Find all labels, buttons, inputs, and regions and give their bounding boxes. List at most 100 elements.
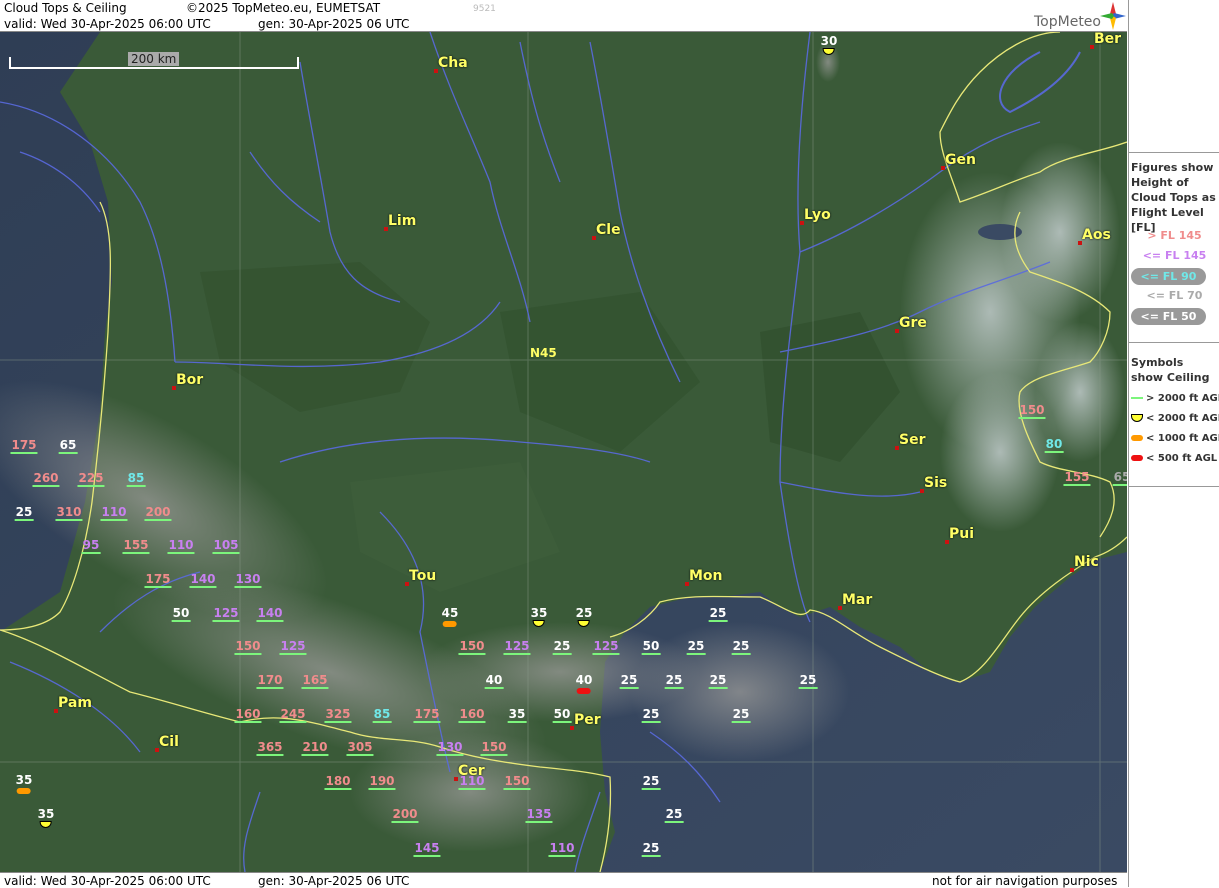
cloud-top-figure: 25	[664, 673, 684, 689]
ceiling-value: 35	[37, 807, 55, 821]
topmeteo-logo-text: TopMeteo	[1034, 14, 1101, 30]
cloud-top-figure: 175	[10, 438, 38, 454]
ceiling-marker	[576, 688, 591, 694]
legend-divider	[1129, 486, 1219, 487]
cloud-top-figure: 365	[256, 740, 284, 756]
cloud-top-figure: 25	[619, 673, 639, 689]
cloud-top-figure: 140	[256, 606, 284, 622]
scale-label: 200 km	[128, 52, 180, 66]
footer-gen-time: gen: 30-Apr-2025 06 UTC	[258, 874, 410, 888]
city-label: Ber	[1094, 32, 1122, 47]
cloud-top-figure: 260	[32, 471, 60, 487]
cloud-top-figure: 135	[525, 807, 553, 823]
legend-symbol-marker	[1131, 414, 1143, 422]
ceiling-marker	[39, 821, 52, 828]
cloud-top-figure: 150	[458, 639, 486, 655]
cloud-top-figure: 125	[279, 639, 307, 655]
cloud-top-figure: 110	[167, 538, 195, 554]
ceiling-value: 45	[441, 606, 459, 620]
legend-divider	[1129, 342, 1219, 343]
map-footer: valid: Wed 30-Apr-2025 06:00 UTC gen: 30…	[0, 872, 1127, 888]
cloud-top-figure: 145	[413, 841, 441, 857]
ceiling-marker	[577, 620, 590, 627]
city-label: Nic	[1074, 554, 1099, 570]
city-label: Bor	[176, 372, 204, 388]
ceiling-symbol-yellow: 30	[821, 35, 837, 55]
city-label: Cle	[596, 222, 621, 238]
cloud-top-figure: 25	[641, 841, 661, 857]
legend-symbol-label: < 1000 ft AGL	[1146, 433, 1219, 444]
cloud-top-figure: 25	[641, 707, 661, 723]
cloud-top-figure: 110	[458, 774, 486, 790]
ceiling-marker	[442, 621, 457, 627]
cloud-top-figure: 85	[372, 707, 392, 723]
legend-symbol-label: < 500 ft AGL	[1146, 453, 1218, 464]
gen-time: gen: 30-Apr-2025 06 UTC	[258, 17, 410, 31]
city-label: Per	[574, 712, 601, 728]
ceiling-value: 35	[530, 606, 548, 620]
legend-symbol-item: < 2000 ft AGL	[1131, 413, 1219, 424]
cloud-top-figure: 25	[708, 673, 728, 689]
ceiling-symbol-orange: 45	[441, 606, 459, 627]
cloud-top-figure: 325	[324, 707, 352, 723]
satellite-map[interactable]: 200 km N45 Cha Ber Gen Lim Cle Lyo Aos Gre Bor Se…	[0, 32, 1127, 872]
cloud-top-figure: 150	[480, 740, 508, 756]
city-label: Cha	[438, 55, 468, 71]
disclaimer: not for air navigation purposes	[932, 874, 1118, 888]
city-label: Lyo	[804, 207, 831, 223]
cloud-top-figure: 170	[256, 673, 284, 689]
cloud-top-figure: 25	[686, 639, 706, 655]
cloud-top-figure: 160	[458, 707, 486, 723]
city-label: Mon	[689, 568, 723, 584]
legend-symbols-title: Symbols show Ceiling	[1131, 356, 1210, 384]
cloud-top-figure: 25	[731, 707, 751, 723]
legend-symbol-label: > 2000 ft AGL	[1146, 393, 1219, 404]
city-label: Cil	[159, 734, 179, 750]
cloud-top-figure: 150	[234, 639, 262, 655]
cloud-top-figure: 165	[301, 673, 329, 689]
cloud-top-figure: 160	[234, 707, 262, 723]
cloud-top-figure: 310	[55, 505, 83, 521]
legend-panel: Figures show Height of Cloud Tops as Fli…	[1128, 0, 1219, 887]
cloud-top-figure: 25	[14, 505, 34, 521]
map-header: Cloud Tops & Ceiling ©2025 TopMeteo.eu, …	[0, 0, 1127, 32]
cloud-top-figure: 50	[641, 639, 661, 655]
legend-symbol-marker	[1131, 397, 1143, 399]
cloud-top-figure: 125	[592, 639, 620, 655]
cloud-top-figure: 65	[1112, 471, 1127, 486]
legend-symbol-marker	[1131, 455, 1143, 461]
cloud-top-figure: 65	[58, 438, 78, 454]
legend-symbol-item: > 2000 ft AGL	[1131, 393, 1219, 404]
legend-figure-item: > FL 145	[1147, 229, 1202, 242]
cloud-top-figure: 140	[189, 572, 217, 588]
map-title: Cloud Tops & Ceiling	[4, 1, 127, 15]
legend-figures-title: Figures show Height of Cloud Tops as Fli…	[1131, 161, 1216, 234]
cloud-top-figure: 85	[126, 471, 146, 487]
cloud-top-figure: 305	[346, 740, 374, 756]
ceiling-symbol-yellow: 35	[37, 807, 55, 828]
city-label: Tou	[409, 568, 437, 584]
legend-symbol-item: < 500 ft AGL	[1131, 453, 1217, 464]
city-label: Pui	[949, 526, 975, 542]
city-label: Aos	[1082, 227, 1111, 243]
cloud-top-figure: 110	[100, 505, 128, 521]
cloud-top-figure: 110	[548, 841, 576, 857]
legend-figure-item: <= FL 50	[1131, 308, 1206, 325]
cloud-top-figure: 25	[552, 639, 572, 655]
cloud-top-figure: 80	[1044, 437, 1064, 453]
cloud-top-figure: 95	[81, 538, 101, 554]
copyright: ©2025 TopMeteo.eu, EUMETSAT	[186, 1, 381, 15]
ceiling-symbol-orange: 35	[16, 774, 32, 794]
legend-figure-item: <= FL 90	[1131, 268, 1206, 285]
cloud-top-figure: 25	[664, 807, 684, 823]
cloud-top-figure: 200	[391, 807, 419, 823]
cloud-top-figure: 40	[484, 673, 504, 689]
cloud-top-figure: 225	[77, 471, 105, 487]
cloud-top-figure: 155	[122, 538, 150, 554]
ceiling-value: 40	[575, 673, 593, 687]
cloud-top-figure: 155	[1063, 470, 1091, 486]
cloud-top-figure: 175	[413, 707, 441, 723]
city-label: Pam	[58, 695, 92, 711]
city-label: Gen	[945, 152, 976, 168]
cloud-top-figure: 150	[503, 774, 531, 790]
